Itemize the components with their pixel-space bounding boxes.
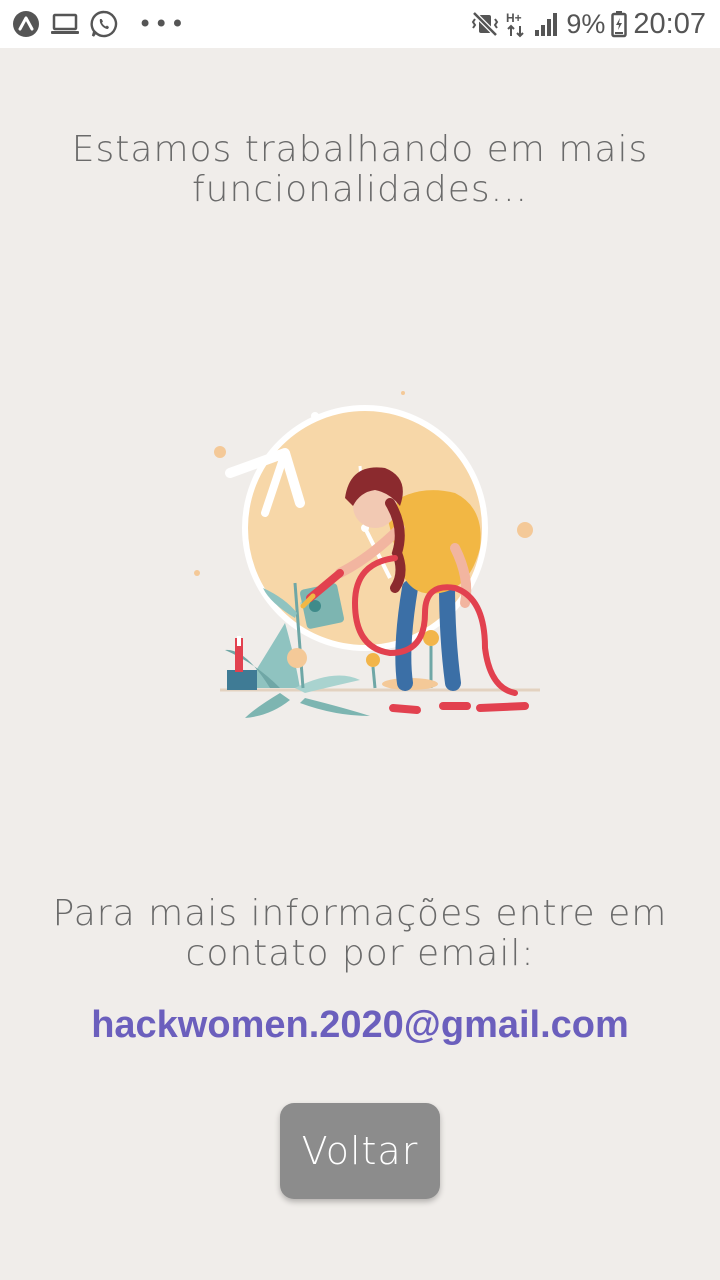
whatsapp-icon: [90, 10, 118, 38]
clock: 20:07: [633, 7, 706, 40]
status-left-icons: •••: [12, 10, 186, 38]
status-bar: ••• H+ 9% 20:07: [0, 0, 720, 48]
page-heading: Estamos trabalhando em mais funcionalida…: [71, 129, 649, 210]
signal-icon: [534, 11, 560, 37]
app-launcher-icon: [12, 10, 40, 38]
email-link[interactable]: hackwomen.2020@gmail.com: [40, 1004, 680, 1047]
svg-text:H+: H+: [506, 11, 522, 25]
battery-percent: 9%: [566, 8, 606, 39]
laptop-icon: [50, 12, 80, 36]
network-h-plus-icon: H+: [506, 10, 528, 38]
more-dots-icon: •••: [138, 10, 187, 38]
contact-info-text: Para mais informações entre em contato p…: [52, 893, 668, 974]
vibrate-mute-icon: [470, 11, 500, 37]
woman-watering-plants-illustration: [185, 388, 545, 728]
status-right-icons: H+ 9% 20:07: [470, 8, 706, 41]
battery-charging-icon: [611, 10, 628, 38]
main-content: Estamos trabalhando em mais funcionalida…: [0, 48, 720, 1280]
back-button[interactable]: Voltar: [280, 1103, 440, 1199]
